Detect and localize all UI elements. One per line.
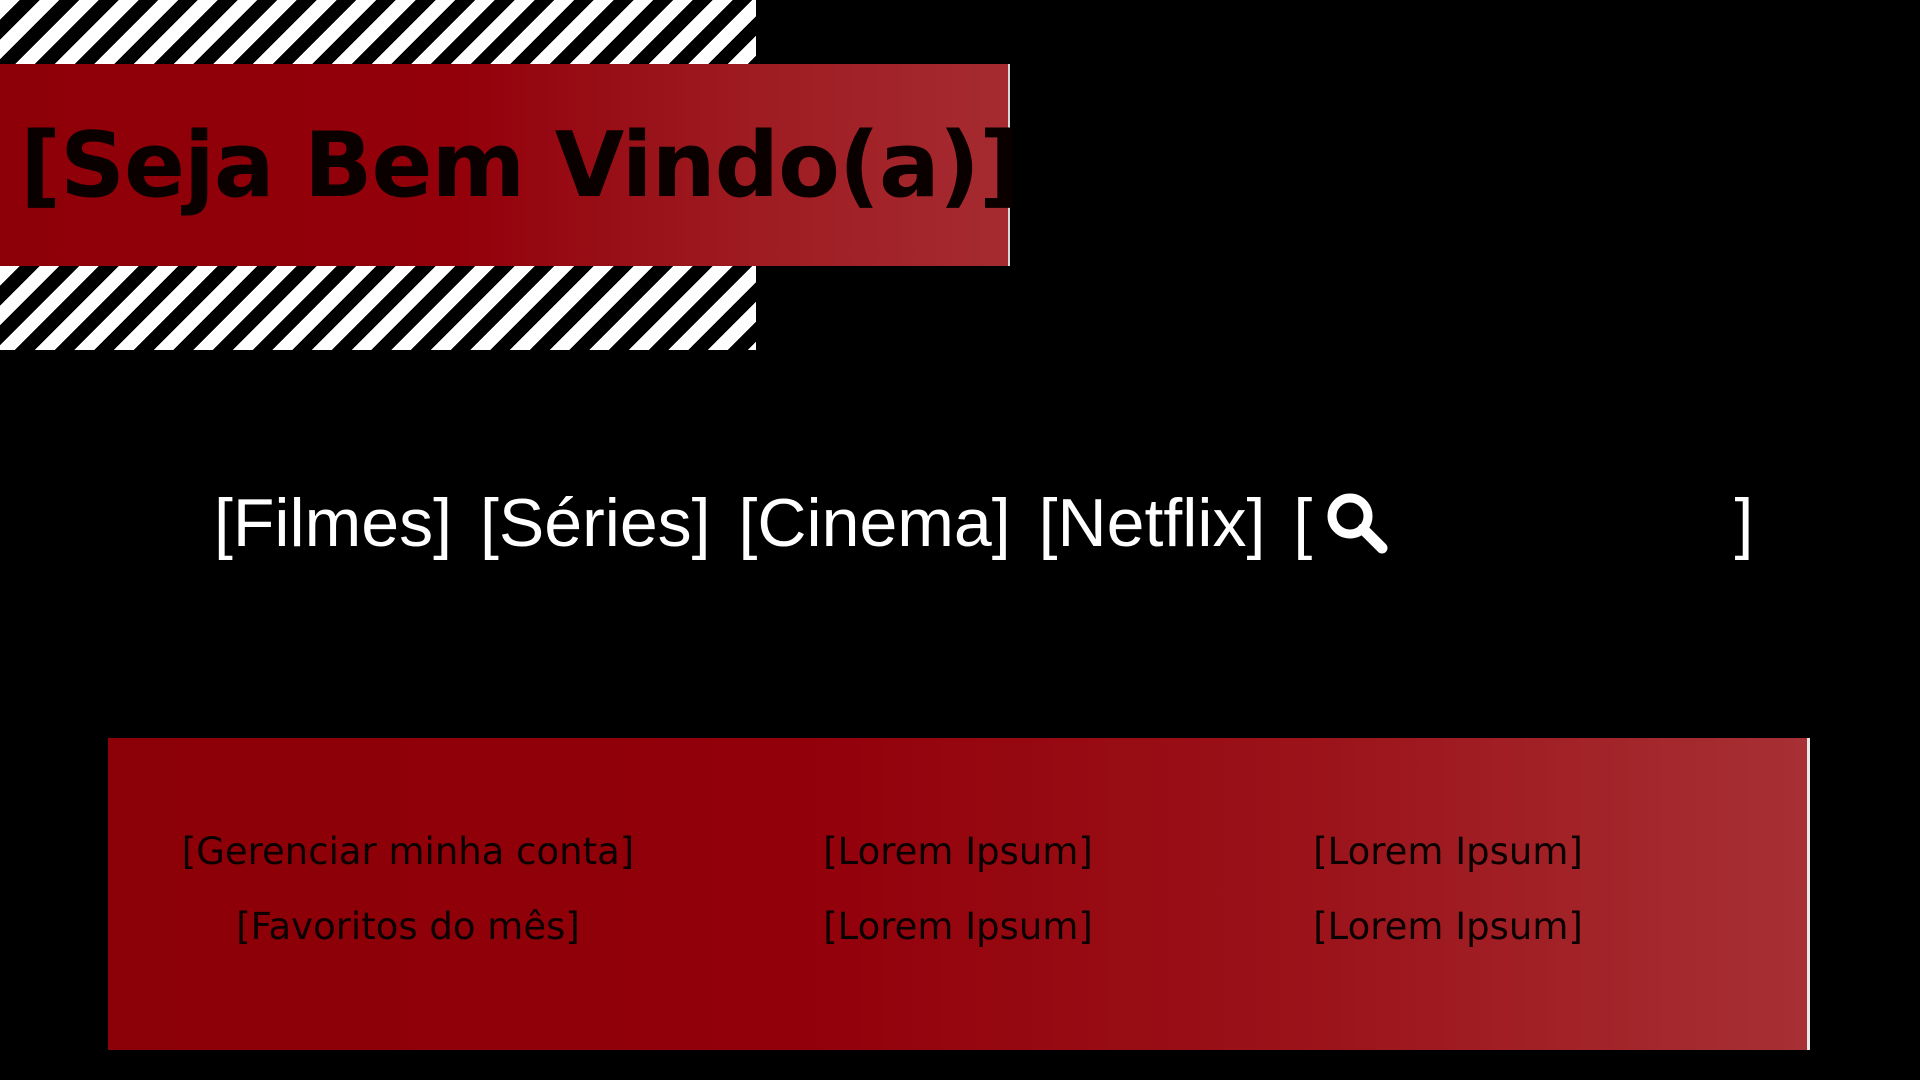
link-manage-account[interactable]: [Gerenciar minha conta] xyxy=(108,830,708,873)
striped-decoration-top xyxy=(0,0,756,64)
nav-item-cinema[interactable]: [Cinema] xyxy=(739,484,1011,562)
footer-links-panel: [Gerenciar minha conta] [Lorem Ipsum] [L… xyxy=(108,738,1810,1050)
page: [Seja Bem Vindo(a)] [Filmes] [Séries] [C… xyxy=(0,0,1920,1080)
nav-item-filmes[interactable]: [Filmes] xyxy=(214,484,452,562)
nav-item-netflix[interactable]: [Netflix] xyxy=(1039,484,1266,562)
welcome-title: [Seja Bem Vindo(a)] xyxy=(20,112,1020,218)
link-lorem-ipsum-2[interactable]: [Lorem Ipsum] xyxy=(1208,830,1688,873)
link-lorem-ipsum-3[interactable]: [Lorem Ipsum] xyxy=(708,905,1208,948)
search-field[interactable]: [ ] xyxy=(1293,484,1753,562)
search-close-bracket: ] xyxy=(1734,485,1754,561)
link-monthly-favorites[interactable]: [Favoritos do mês] xyxy=(108,905,708,948)
search-icon[interactable] xyxy=(1322,488,1392,558)
striped-decoration-bottom xyxy=(0,266,756,350)
footer-links-grid: [Gerenciar minha conta] [Lorem Ipsum] [L… xyxy=(108,830,1807,948)
main-nav: [Filmes] [Séries] [Cinema] [Netflix] [ ] xyxy=(214,478,1753,568)
link-lorem-ipsum-1[interactable]: [Lorem Ipsum] xyxy=(708,830,1208,873)
search-open-bracket: [ xyxy=(1293,485,1313,561)
welcome-banner: [Seja Bem Vindo(a)] xyxy=(0,64,1020,266)
link-lorem-ipsum-4[interactable]: [Lorem Ipsum] xyxy=(1208,905,1688,948)
nav-item-series[interactable]: [Séries] xyxy=(480,484,711,562)
